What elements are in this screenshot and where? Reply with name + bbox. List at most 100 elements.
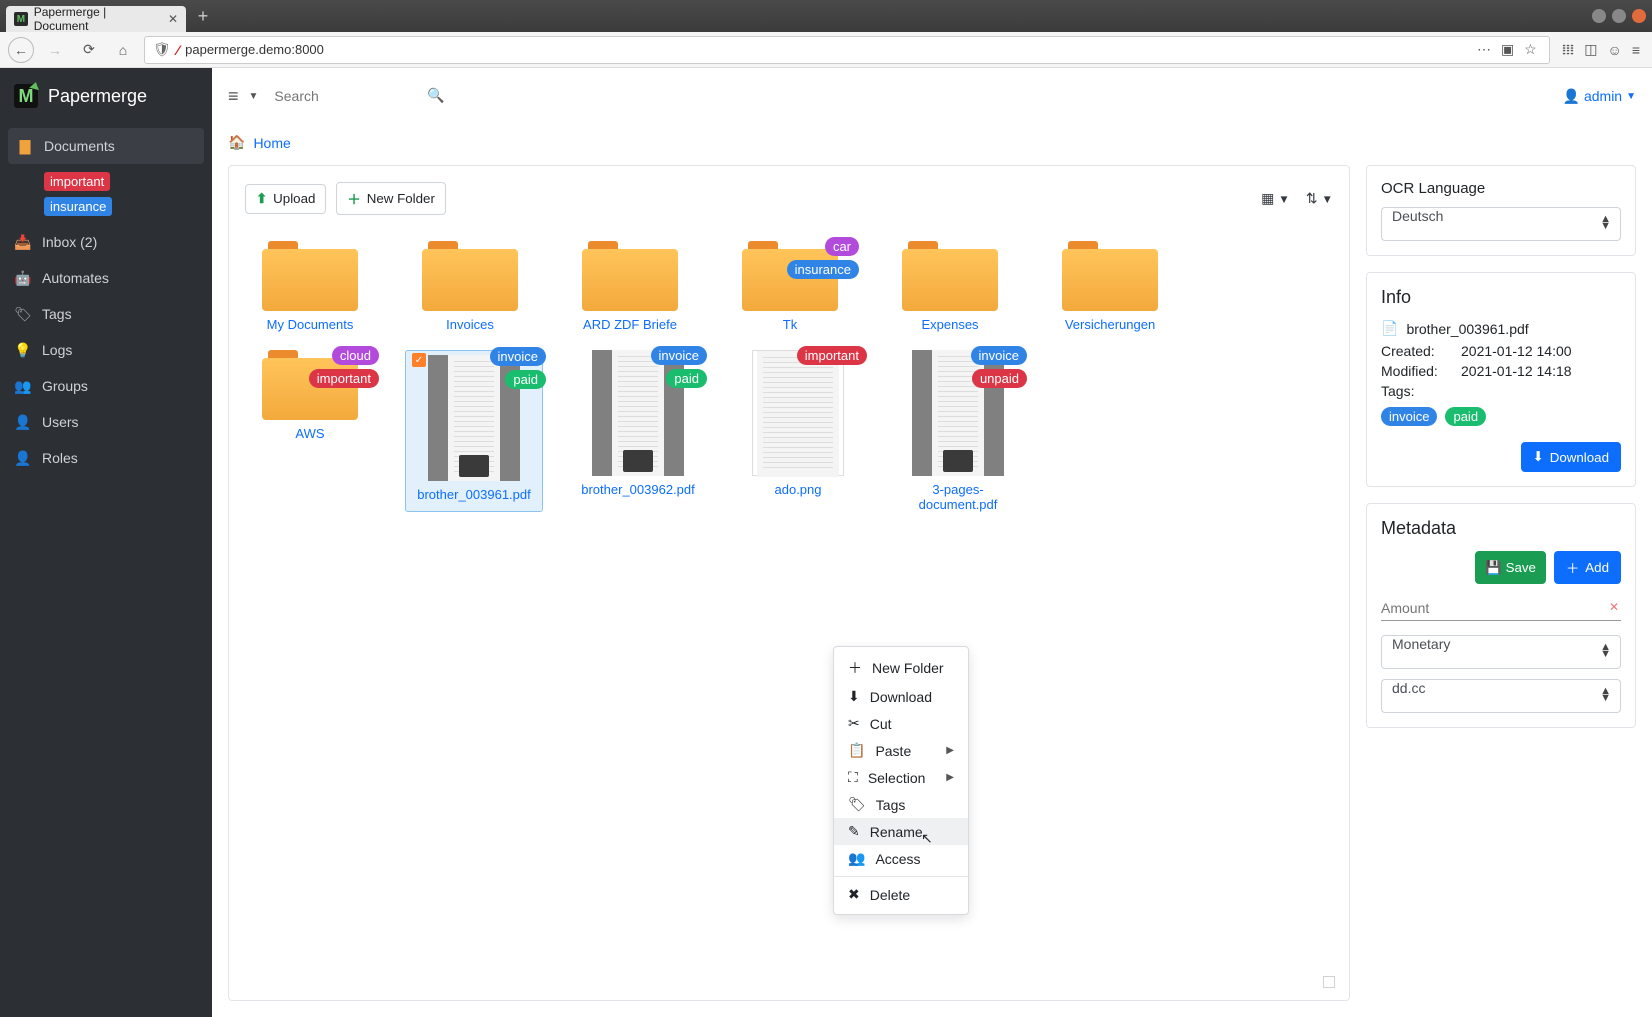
tag-pill: invoice [971,346,1027,365]
sidebar: M Papermerge ▇ Documents important insur… [0,68,212,1017]
document-item-selected[interactable]: ✓ invoicepaid brother_003961.pdf [405,350,543,512]
folder-item[interactable]: cloudimportant AWS [245,350,375,512]
ctx-tags[interactable]: 🏷Tags [834,791,968,818]
folder-item[interactable]: carinsurance Tk [725,241,855,332]
tag-pill: important [309,369,379,388]
reload-button[interactable]: ⟳ [76,37,102,63]
ctx-label: Delete [870,887,910,903]
nav-tags[interactable]: 🏷Tags [0,296,212,332]
sidebar-tag-insurance[interactable]: insurance [44,197,112,216]
search-icon[interactable]: 🔍 [427,87,444,104]
address-bar[interactable]: 🛡 ⁄ ⋯ ▣ ☆ [144,36,1550,64]
folder-item[interactable]: Expenses [885,241,1015,332]
nav-users[interactable]: 👤Users [0,404,212,440]
nav-documents[interactable]: ▇ Documents [8,128,204,164]
metadata-type-select[interactable]: Monetary [1381,635,1621,669]
ctx-label: Paste [875,743,911,759]
folder-item[interactable]: My Documents [245,241,375,332]
checkbox-checked-icon[interactable]: ✓ [412,353,426,367]
ctx-download[interactable]: ⬇Download [834,683,968,710]
btn-label: Save [1506,560,1536,575]
ctx-label: Tags [876,797,906,813]
edit-icon: ✎ [848,823,860,840]
sidebar-icon[interactable]: ◫ [1584,41,1597,58]
ctx-paste[interactable]: 📋Paste▶ [834,737,968,764]
sidebar-tag-important[interactable]: important [44,172,110,191]
minimize-icon[interactable] [1592,9,1606,23]
item-label: 3-pages-document.pdf [893,482,1023,512]
tag-pill: invoice [651,346,707,365]
document-item[interactable]: invoiceunpaid 3-pages-document.pdf [893,350,1023,512]
nav-groups[interactable]: 👥Groups [0,368,212,404]
plus-icon: ＋ [1566,558,1579,577]
save-button[interactable]: 💾Save [1475,551,1546,584]
download-button[interactable]: ⬇Download [1521,442,1621,472]
info-key: Created: [1381,343,1451,359]
search-input[interactable] [268,81,448,111]
groups-icon: 👥 [14,378,32,395]
ctx-new-folder[interactable]: ＋New Folder [834,653,968,683]
metadata-card: Metadata 💾Save ＋Add ✕ Monetary ▲▼ dd. [1366,503,1636,728]
ctx-access[interactable]: 👥Access [834,845,968,872]
bookmark-icon[interactable]: ☆ [1524,41,1537,58]
nav-label: Users [42,414,79,430]
file-grid: My Documents Invoices ARD ZDF Briefe car… [245,215,1333,512]
browser-toolbar: ← → ⟳ ⌂ 🛡 ⁄ ⋯ ▣ ☆ 𝍖 ◫ ☺ ≡ [0,32,1652,68]
sort-button[interactable]: ⇅ ▼ [1306,190,1333,207]
dropdown-caret-icon[interactable]: ▼ [249,91,259,102]
item-label: ARD ZDF Briefe [583,317,677,332]
grid-view-button[interactable]: ▦ ▼ [1261,190,1290,207]
library-icon[interactable]: 𝍖 [1562,41,1575,58]
nav-inbox[interactable]: 📥Inbox (2) [0,224,212,260]
new-tab-button[interactable]: + [192,5,214,27]
account-icon[interactable]: ☺ [1608,42,1622,58]
home-button[interactable]: ⌂ [110,37,136,63]
metadata-key-input[interactable] [1381,596,1621,621]
btn-label: New Folder [367,191,435,206]
document-item[interactable]: invoicepaid brother_003962.pdf [573,350,703,512]
separator [834,876,968,877]
forward-button[interactable]: → [42,37,68,63]
user-icon: 👤 [1563,88,1580,105]
info-tag-paid[interactable]: paid [1445,407,1486,426]
upload-button[interactable]: ⬆Upload [245,184,326,214]
ctx-selection[interactable]: ⛶Selection▶ [834,764,968,791]
document-item[interactable]: important ado.png [733,350,863,512]
add-button[interactable]: ＋Add [1554,551,1621,584]
back-button[interactable]: ← [8,37,34,63]
hamburger-button[interactable]: ≡ [228,86,239,107]
nav-label: Roles [42,450,78,466]
breadcrumb-home[interactable]: Home [253,135,290,151]
remove-field-icon[interactable]: ✕ [1609,600,1619,614]
maximize-icon[interactable] [1612,9,1626,23]
new-folder-button[interactable]: ＋New Folder [336,182,445,215]
ctx-delete[interactable]: ✖Delete [834,881,968,908]
user-menu[interactable]: 👤 admin ▼ [1563,88,1636,105]
folder-item[interactable]: ARD ZDF Briefe [565,241,695,332]
item-label: Expenses [921,317,978,332]
metadata-format-select[interactable]: dd.cc [1381,679,1621,713]
url-input[interactable] [185,42,1467,57]
folder-item[interactable]: Versicherungen [1045,241,1175,332]
nav-automates[interactable]: 🤖Automates [0,260,212,296]
shield-icon[interactable]: 🛡 [153,41,171,58]
reader-icon[interactable]: ▣ [1501,41,1514,58]
more-icon[interactable]: ⋯ [1477,41,1491,58]
user-name: admin [1584,88,1622,104]
ctx-rename[interactable]: ✎Rename [834,818,968,845]
files-panel: ⬆Upload ＋New Folder ▦ ▼ ⇅ ▼ My Documents… [228,165,1350,1001]
download-icon: ⬇ [1533,449,1544,465]
close-tab-icon[interactable]: ✕ [168,12,178,26]
folder-item[interactable]: Invoices [405,241,535,332]
nav-roles[interactable]: 👤Roles [0,440,212,476]
ocr-language-select[interactable]: Deutsch [1381,207,1621,241]
window-close-icon[interactable] [1632,9,1646,23]
home-icon[interactable]: 🏠 [228,134,245,151]
tag-pill: paid [666,369,707,388]
nav-logs[interactable]: 💡Logs [0,332,212,368]
ctx-cut[interactable]: ✂Cut [834,710,968,737]
browser-tab[interactable]: M Papermerge | Document ✕ [6,6,186,32]
menu-icon[interactable]: ≡ [1632,42,1640,58]
brand[interactable]: M Papermerge [0,68,212,124]
info-tag-invoice[interactable]: invoice [1381,407,1437,426]
